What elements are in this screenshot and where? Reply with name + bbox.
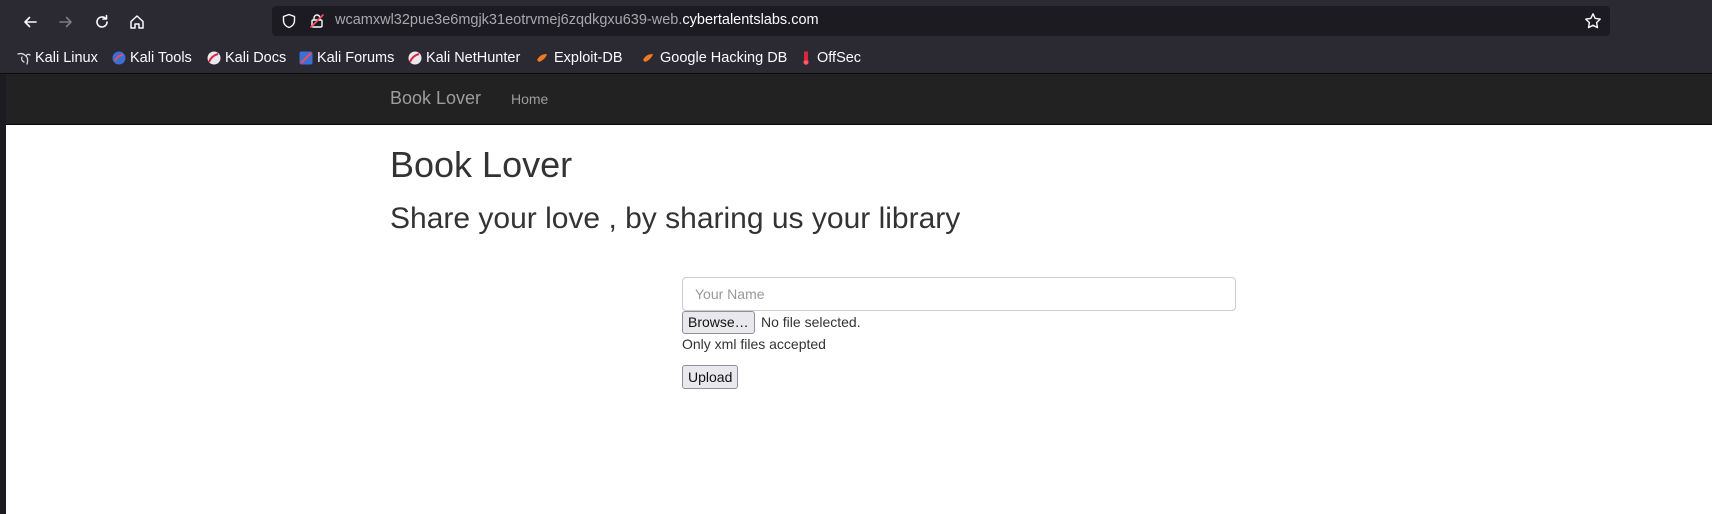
- url-bar[interactable]: wcamxwl32pue3e6mgjk31eotrvmej6zqdkgxu639…: [272, 6, 1610, 36]
- navbar-brand[interactable]: Book Lover: [390, 88, 481, 109]
- file-type-help-text: Only xml files accepted: [682, 336, 826, 352]
- browse-button[interactable]: Browse…: [682, 311, 755, 334]
- kali-tools-icon: [112, 51, 126, 64]
- bookmark-label: Exploit-DB: [554, 49, 623, 66]
- kali-docs-icon: [207, 51, 221, 64]
- nav-link-home[interactable]: Home: [511, 91, 548, 107]
- bookmark-label: Kali Docs: [225, 49, 287, 66]
- bookmark-label: Google Hacking DB: [660, 49, 788, 66]
- bookmark-kali-linux[interactable]: Kali Linux: [16, 48, 98, 67]
- bookmark-exploit-db[interactable]: Exploit-DB: [535, 48, 623, 67]
- bookmark-label: Kali Forums: [317, 49, 395, 66]
- insecure-lock-icon[interactable]: [309, 13, 325, 29]
- url-subdomain: wcamxwl32pue3e6mgjk31eotrvmej6zqdkgxu639…: [335, 12, 683, 28]
- exploit-db-icon: [537, 53, 547, 62]
- bookmark-kali-nethunter[interactable]: Kali NetHunter: [407, 48, 520, 67]
- google-hacking-db-icon: [643, 53, 653, 62]
- bookmark-kali-docs[interactable]: Kali Docs: [206, 48, 286, 67]
- kali-dragon-icon: [17, 52, 31, 65]
- site-navbar: Book Lover Home: [6, 74, 1712, 125]
- shield-icon[interactable]: [281, 13, 297, 29]
- bookmark-kali-tools[interactable]: Kali Tools: [111, 48, 192, 67]
- forward-button[interactable]: [51, 7, 81, 37]
- bookmark-star-icon[interactable]: [1584, 12, 1602, 30]
- reload-button[interactable]: [87, 7, 117, 37]
- url-domain: cybertalentslabs.com: [682, 12, 819, 28]
- bookmark-offsec[interactable]: OffSec: [798, 48, 861, 67]
- reload-icon: [96, 14, 108, 28]
- back-button[interactable]: [15, 7, 45, 37]
- bookmark-label: Kali Tools: [130, 49, 192, 66]
- back-arrow-icon: [24, 16, 37, 28]
- page-title: Book Lover: [390, 144, 573, 185]
- kali-forums-icon: [299, 51, 313, 64]
- browser-toolbar: wcamxwl32pue3e6mgjk31eotrvmej6zqdkgxu639…: [0, 0, 1712, 42]
- url-text[interactable]: wcamxwl32pue3e6mgjk31eotrvmej6zqdkgxu639…: [335, 12, 819, 28]
- bookmark-kali-forums[interactable]: Kali Forums: [298, 48, 394, 67]
- forward-arrow-icon: [59, 16, 72, 28]
- upload-button[interactable]: Upload: [682, 365, 739, 389]
- page-viewport: Book Lover Home Book Lover Share your lo…: [6, 74, 1712, 514]
- bookmark-google-hacking-db[interactable]: Google Hacking DB: [641, 48, 787, 67]
- bookmark-label: Kali NetHunter: [426, 49, 521, 66]
- page-subtitle: Share your love , by sharing us your lib…: [390, 202, 961, 235]
- bookmarks-toolbar: Kali Linux Kali Tools Kali Docs Kali For…: [0, 42, 1712, 74]
- home-button[interactable]: [122, 7, 152, 37]
- name-input[interactable]: [682, 277, 1236, 311]
- offsec-icon: [803, 51, 809, 65]
- file-status-text: No file selected.: [761, 314, 861, 330]
- home-icon: [130, 15, 144, 29]
- bookmark-label: Kali Linux: [35, 49, 98, 66]
- kali-nethunter-icon: [408, 51, 422, 64]
- bookmark-label: OffSec: [817, 49, 862, 66]
